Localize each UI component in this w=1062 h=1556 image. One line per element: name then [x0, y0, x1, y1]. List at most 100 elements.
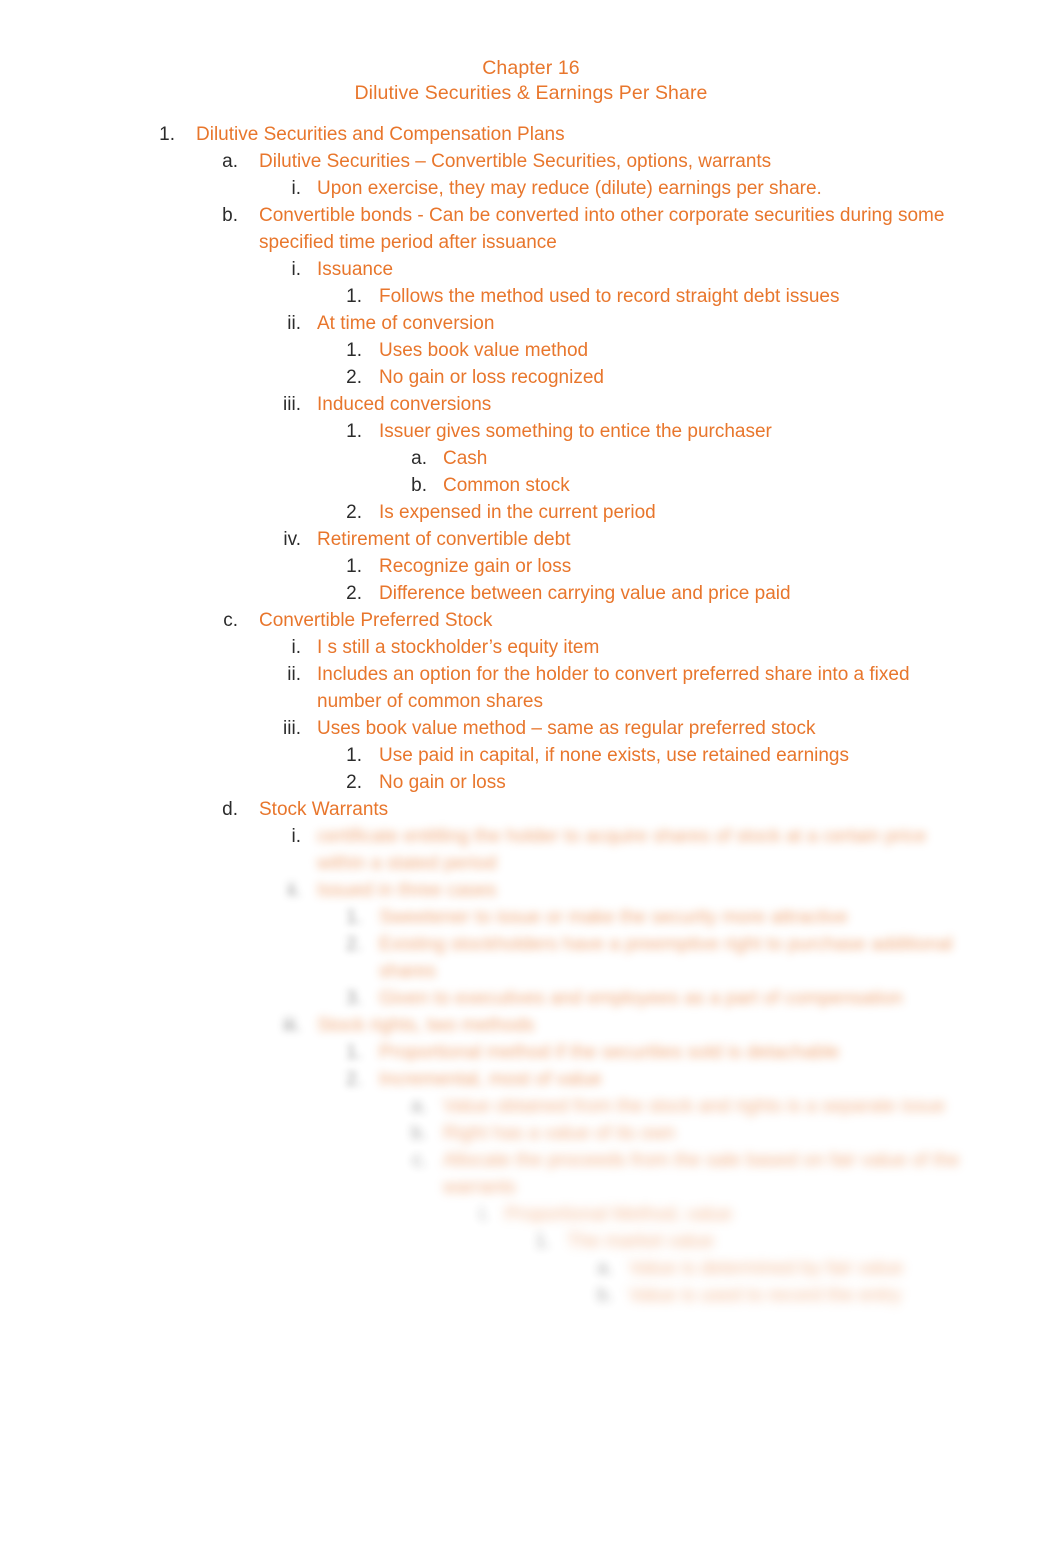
outline-item: i. certificate entitling the holder to ac… — [0, 823, 1062, 877]
outline-item: a. Dilutive Securities – Convertible Secu… — [0, 148, 1062, 175]
outline-item: 1. Recognize gain or loss — [0, 553, 1062, 580]
outline-item-text: certificate entitling the holder to acqu… — [317, 826, 927, 874]
outline-item: a. Value is determined by fair value — [0, 1255, 1062, 1282]
outline-item-text: Use paid in capital, if none exists, use… — [379, 745, 849, 766]
outline-item-text: Issued in three cases — [317, 880, 497, 901]
outline-item: 3. Given to executives and employees as a… — [0, 985, 1062, 1012]
outline-item: 1. Proportional method if the securities … — [0, 1039, 1062, 1066]
outline-item: 1. The market value — [0, 1228, 1062, 1255]
outline-item-text: No gain or loss — [379, 772, 506, 793]
outline-item-text: Proportional Method, value — [505, 1204, 733, 1225]
outline-item-marker: 2. — [346, 772, 362, 793]
document-page: Chapter 16 Dilutive Securities & Earning… — [0, 0, 1062, 1556]
outline-item: i. Proportional Method, value — [0, 1201, 1062, 1228]
outline-item: i. Issuance — [0, 256, 1062, 283]
outline-item: c. Allocate the proceeds from the sale ba… — [0, 1147, 1062, 1201]
outline-item-marker: 1. — [535, 1231, 551, 1252]
outline-item-marker: b. — [222, 205, 238, 226]
outline-item-text: Issuer gives something to entice the pur… — [379, 421, 772, 442]
outline-item-text: Value is used to record the entry — [629, 1285, 902, 1306]
outline-item-text: Includes an option for the holder to con… — [317, 664, 910, 712]
outline-item-marker: a. — [411, 448, 427, 469]
outline-item: b. Right has a value of its own — [0, 1120, 1062, 1147]
outline-item-marker: 1. — [159, 124, 175, 145]
outline-item-text: I s still a stockholder’s equity item — [317, 637, 600, 658]
outline-item-marker: a. — [222, 151, 238, 172]
outline-item-text: At time of conversion — [317, 313, 495, 334]
outline-item: b. Convertible bonds - Can be converted i… — [0, 202, 1062, 256]
outline-item-text: Incremental, most of value — [379, 1069, 602, 1090]
outline-item: ii. Includes an option for the holder to … — [0, 661, 1062, 715]
outline-item: d. Stock Warrants — [0, 796, 1062, 823]
outline-item-text: Common stock — [443, 475, 570, 496]
outline-item-marker: b. — [597, 1285, 613, 1306]
outline-item: 1. Follows the method used to record stra… — [0, 283, 1062, 310]
outline-item-marker: iii. — [283, 1015, 301, 1036]
outline-item-text: Is expensed in the current period — [379, 502, 656, 523]
outline-item-text: The market value — [567, 1231, 714, 1252]
outline-item: iv. Retirement of convertible debt — [0, 526, 1062, 553]
outline-item-text: Stock Warrants — [259, 799, 389, 820]
outline-item-text: Convertible bonds - Can be converted int… — [259, 205, 945, 253]
outline-item-text: Sweetener to issue or make the security … — [379, 907, 848, 928]
outline-item: a. Cash — [0, 445, 1062, 472]
outline-item: i. Upon exercise, they may reduce (dilute… — [0, 175, 1062, 202]
outline-item-text: Stock rights, two methods — [317, 1015, 535, 1036]
outline-item-marker: ii. — [287, 313, 301, 334]
outline-item-text: Cash — [443, 448, 488, 469]
outline-item-text: Recognize gain or loss — [379, 556, 572, 577]
outline-item-text: Upon exercise, they may reduce (dilute) … — [317, 178, 822, 199]
outline-item: ii. Issued in three cases — [0, 877, 1062, 904]
outline-item: b. Common stock — [0, 472, 1062, 499]
outline-item: 1. Sweetener to issue or make the securit… — [0, 904, 1062, 931]
outline-item: 2. No gain or loss recognized — [0, 364, 1062, 391]
outline-item-text: Given to executives and employees as a p… — [379, 988, 903, 1009]
outline-item-text: Right has a value of its own — [443, 1123, 676, 1144]
outline-item: 1. Use paid in capital, if none exists, u… — [0, 742, 1062, 769]
outline-item-marker: i. — [291, 826, 302, 847]
outline-item-marker: 1. — [346, 340, 362, 361]
outline-item-text: No gain or loss recognized — [379, 367, 604, 388]
outline-item: a. Value obtained from the stock and righ… — [0, 1093, 1062, 1120]
outline-item-marker: 1. — [346, 1042, 362, 1063]
outline-item: 2. Existing stockholders have a preemptiv… — [0, 931, 1062, 985]
outline-item-text: Dilutive Securities and Compensation Pla… — [196, 124, 565, 145]
outline-item-text: Allocate the proceeds from the sale base… — [443, 1150, 960, 1198]
outline-item-marker: iv. — [283, 529, 301, 550]
outline-item-marker: c. — [223, 610, 238, 631]
outline-item: 1. Issuer gives something to entice the p… — [0, 418, 1062, 445]
outline-item: ii. At time of conversion — [0, 310, 1062, 337]
outline-item-text: Convertible Preferred Stock — [259, 610, 493, 631]
outline-item: iii. Induced conversions — [0, 391, 1062, 418]
outline-item: 2. Is expensed in the current period — [0, 499, 1062, 526]
document-title-block: Chapter 16 Dilutive Securities & Earning… — [0, 0, 1062, 106]
outline-item: 2. No gain or loss — [0, 769, 1062, 796]
outline-item-text: Existing stockholders have a preemptive … — [379, 934, 953, 982]
outline-item-text: Proportional method if the securities so… — [379, 1042, 840, 1063]
outline-item-marker: iii. — [283, 718, 301, 739]
outline-item: c. Convertible Preferred Stock — [0, 607, 1062, 634]
outline-item: 2. Difference between carrying value and … — [0, 580, 1062, 607]
outline-item-marker: 2. — [346, 934, 362, 955]
outline-item: 1. Uses book value method — [0, 337, 1062, 364]
outline-item-text: Uses book value method – same as regular… — [317, 718, 816, 739]
outline-item-marker: i. — [291, 637, 302, 658]
outline-item-marker: 1. — [346, 745, 362, 766]
outline-item-marker: d. — [222, 799, 238, 820]
outline-item-marker: a. — [411, 1096, 427, 1117]
outline-item-marker: 2. — [346, 583, 362, 604]
page-subtitle: Dilutive Securities & Earnings Per Share — [354, 82, 708, 104]
outline-item-marker: a. — [597, 1258, 613, 1279]
outline-item-text: Value is determined by fair value — [629, 1258, 904, 1279]
outline-item: 1. Dilutive Securities and Compensation P… — [0, 121, 1062, 148]
outline-item: 2. Incremental, most of value — [0, 1066, 1062, 1093]
outline-item-marker: ii. — [287, 664, 301, 685]
outline-item-text: Value obtained from the stock and rights… — [443, 1096, 946, 1117]
outline-item-marker: b. — [411, 1123, 427, 1144]
outline-item-marker: 1. — [346, 907, 362, 928]
outline-item-marker: 1. — [346, 556, 362, 577]
outline-item-marker: b. — [411, 475, 427, 496]
outline-list: 1. Dilutive Securities and Compensation P… — [0, 121, 1062, 1309]
outline-item-marker: i. — [291, 178, 302, 199]
outline-item-text: Induced conversions — [317, 394, 492, 415]
